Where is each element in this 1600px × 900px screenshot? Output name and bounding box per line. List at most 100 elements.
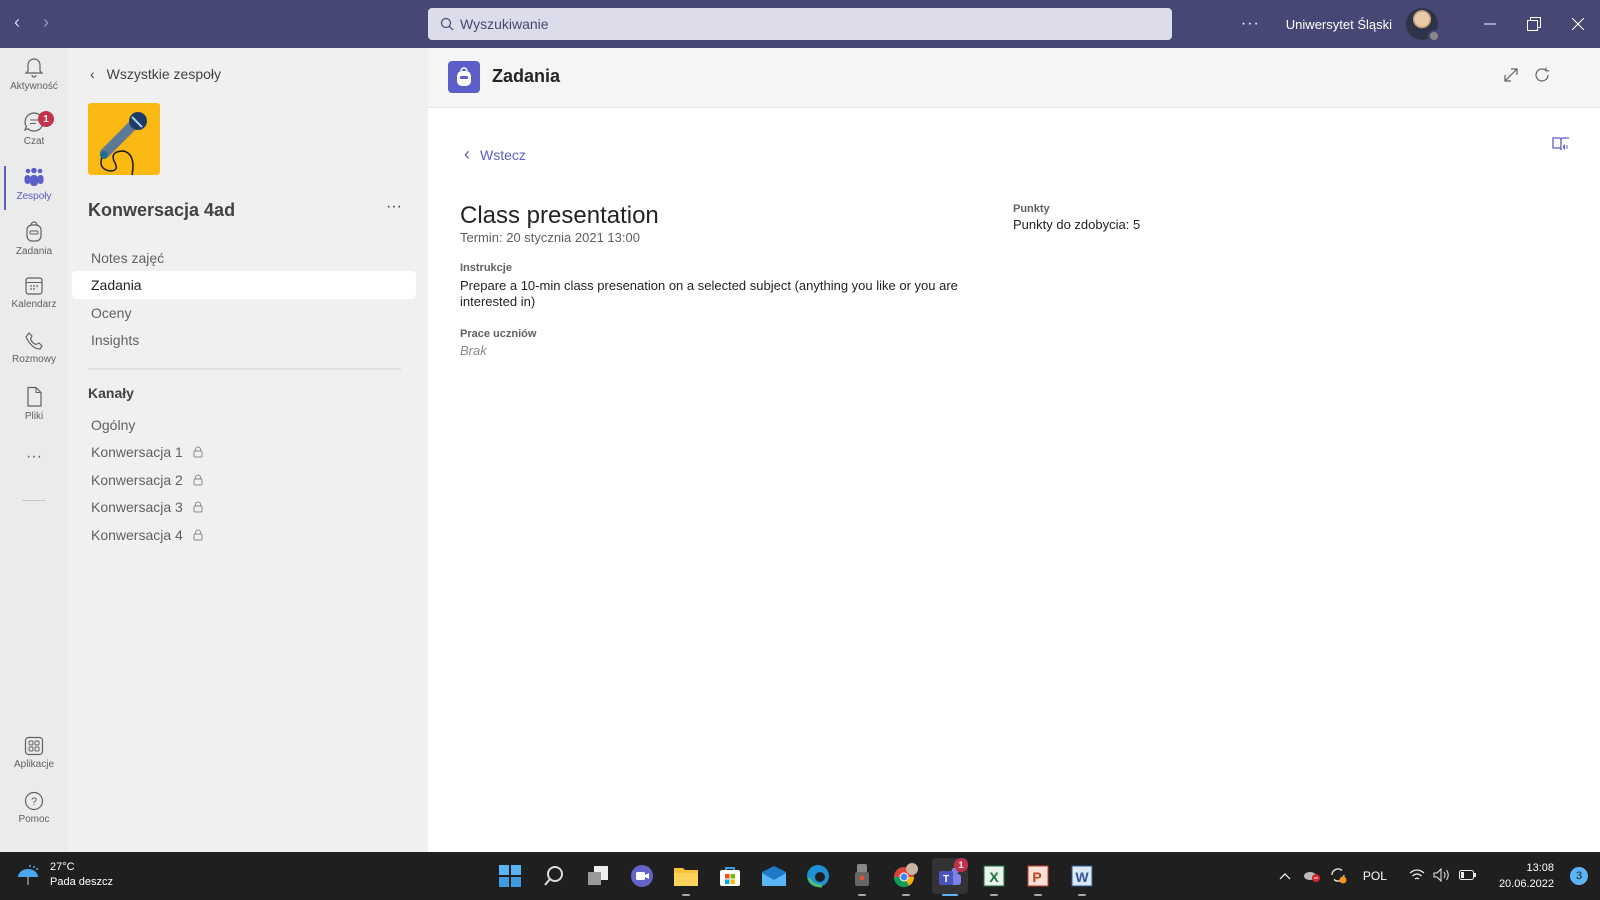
teams-taskbar-badge: 1	[954, 858, 968, 872]
app-header: Zadania	[428, 48, 1600, 108]
weather-widget[interactable]: 27°C Pada deszcz	[16, 860, 113, 890]
organization-name[interactable]: Uniwersytet Śląski	[1286, 17, 1392, 32]
start-button[interactable]	[492, 858, 528, 894]
rail-item-help[interactable]: ? Pomoc	[0, 791, 68, 847]
onedrive-tray[interactable]	[1303, 868, 1321, 885]
chrome-app[interactable]	[888, 858, 924, 896]
immersive-reader-icon	[1552, 137, 1569, 151]
running-indicator	[990, 894, 998, 896]
search-placeholder: Wyszukiwanie	[460, 16, 549, 32]
file-explorer-app[interactable]	[668, 858, 704, 896]
word-app[interactable]: W	[1064, 858, 1100, 896]
more-options-button[interactable]: ···	[1241, 15, 1260, 33]
excel-app[interactable]: X	[976, 858, 1012, 896]
restore-icon	[1527, 17, 1541, 31]
word-icon: W	[1071, 865, 1093, 887]
rail-item-apps[interactable]: Aplikacje	[0, 736, 68, 792]
restore-button[interactable]	[1512, 0, 1556, 48]
microphone-icon	[100, 112, 147, 176]
sync-tray[interactable]	[1329, 866, 1347, 887]
rail-item-activity[interactable]: Aktywność	[0, 56, 68, 112]
channel-general[interactable]: Ogólny	[72, 411, 135, 439]
svg-text:T: T	[943, 874, 949, 885]
powerpoint-icon: P	[1027, 865, 1049, 887]
store-app[interactable]	[712, 858, 748, 894]
chevron-left-icon: ‹	[464, 144, 470, 164]
forward-arrow-icon[interactable]: ›	[43, 12, 49, 33]
video-camera-icon	[631, 865, 653, 887]
running-indicator	[1078, 894, 1086, 896]
system-tray: POL 13:08 20.06.2022 3	[1279, 852, 1600, 900]
temperature: 27°C	[50, 861, 75, 873]
folder-icon	[674, 868, 698, 886]
app-title: Zadania	[492, 66, 561, 86]
weather-condition: Pada deszcz	[50, 876, 113, 888]
rail-label: Rozmowy	[12, 354, 56, 365]
teams-icon	[24, 167, 44, 186]
team-nav-grades[interactable]: Oceny	[72, 299, 416, 327]
popout-button[interactable]	[1502, 66, 1520, 89]
rail-item-files[interactable]: Pliki	[0, 386, 68, 442]
wifi-icon[interactable]	[1409, 868, 1425, 885]
team-more-button[interactable]: ···	[386, 198, 402, 216]
due-date: Termin: 20 stycznia 2021 13:00	[460, 230, 640, 245]
channel-label: Ogólny	[91, 417, 136, 433]
channel-item[interactable]: Konwersacja 2	[72, 466, 203, 494]
lock-icon	[193, 529, 203, 541]
channel-label: Konwersacja 1	[91, 444, 183, 460]
channel-item[interactable]: Konwersacja 1	[72, 438, 203, 466]
title-bar: ‹ › Wyszukiwanie ··· Uniwersytet Śląski	[0, 0, 1600, 48]
taskbar-search[interactable]	[536, 858, 572, 894]
running-indicator	[858, 894, 866, 896]
clock[interactable]: 13:08 20.06.2022	[1499, 860, 1554, 892]
file-icon	[27, 386, 42, 407]
rail-item-calendar[interactable]: Kalendarz	[0, 276, 68, 332]
volume-icon[interactable]	[1433, 867, 1451, 885]
refresh-button[interactable]	[1533, 66, 1551, 89]
search-input[interactable]: Wyszukiwanie	[428, 8, 1172, 40]
mail-icon	[762, 866, 786, 886]
notification-badge[interactable]: 3	[1570, 867, 1588, 885]
mail-app[interactable]	[756, 858, 792, 894]
immersive-reader-button[interactable]	[1552, 136, 1570, 157]
user-avatar[interactable]	[1406, 8, 1440, 42]
powerpoint-app[interactable]: P	[1020, 858, 1056, 896]
chevron-left-icon: ‹	[90, 66, 95, 82]
back-arrow-icon[interactable]: ‹	[14, 12, 20, 33]
channel-item[interactable]: Konwersacja 4	[72, 521, 203, 549]
close-button[interactable]	[1556, 0, 1600, 48]
rail-more-apps[interactable]: ···	[0, 448, 68, 504]
windows-taskbar: 27°C Pada deszcz T1 X P W POL 13:08 20.0…	[0, 852, 1600, 900]
meet-now-app[interactable]	[624, 858, 660, 894]
all-teams-link[interactable]: ‹ Wszystkie zespoły	[90, 66, 221, 82]
teams-app[interactable]: T1	[932, 858, 968, 896]
rail-label: Pliki	[24, 411, 44, 422]
rail-item-chat[interactable]: 1 Czat	[0, 111, 68, 167]
backpack-icon	[457, 67, 471, 86]
time: 13:08	[1526, 862, 1554, 874]
edge-app[interactable]	[800, 858, 836, 894]
channel-label: Konwersacja 3	[91, 499, 183, 515]
team-nav-insights[interactable]: Insights	[72, 326, 416, 354]
running-indicator	[942, 894, 958, 896]
show-hidden-icons-button[interactable]	[1279, 869, 1291, 883]
language-indicator[interactable]: POL	[1363, 869, 1387, 883]
battery-icon[interactable]	[1458, 869, 1477, 884]
task-view-button[interactable]	[580, 858, 616, 894]
team-nav-assignments[interactable]: Zadania	[72, 271, 416, 299]
team-divider	[88, 368, 401, 370]
bell-icon	[24, 58, 44, 78]
rail-item-teams[interactable]: Zespoły	[0, 166, 68, 222]
back-button[interactable]: ‹ Wstecz	[464, 144, 526, 165]
recorder-app[interactable]	[844, 858, 880, 896]
team-logo[interactable]	[88, 103, 160, 176]
rail-item-calls[interactable]: Rozmowy	[0, 331, 68, 387]
task-view-icon	[588, 866, 608, 885]
channel-item[interactable]: Konwersacja 3	[72, 493, 203, 521]
rail-label: Zespoły	[16, 191, 52, 202]
rail-label: Czat	[23, 136, 45, 147]
minimize-button[interactable]	[1468, 0, 1512, 48]
rail-item-assignments[interactable]: Zadania	[0, 221, 68, 277]
more-icon: ···	[26, 448, 42, 465]
team-nav-class-notebook[interactable]: Notes zajęć	[72, 244, 416, 272]
